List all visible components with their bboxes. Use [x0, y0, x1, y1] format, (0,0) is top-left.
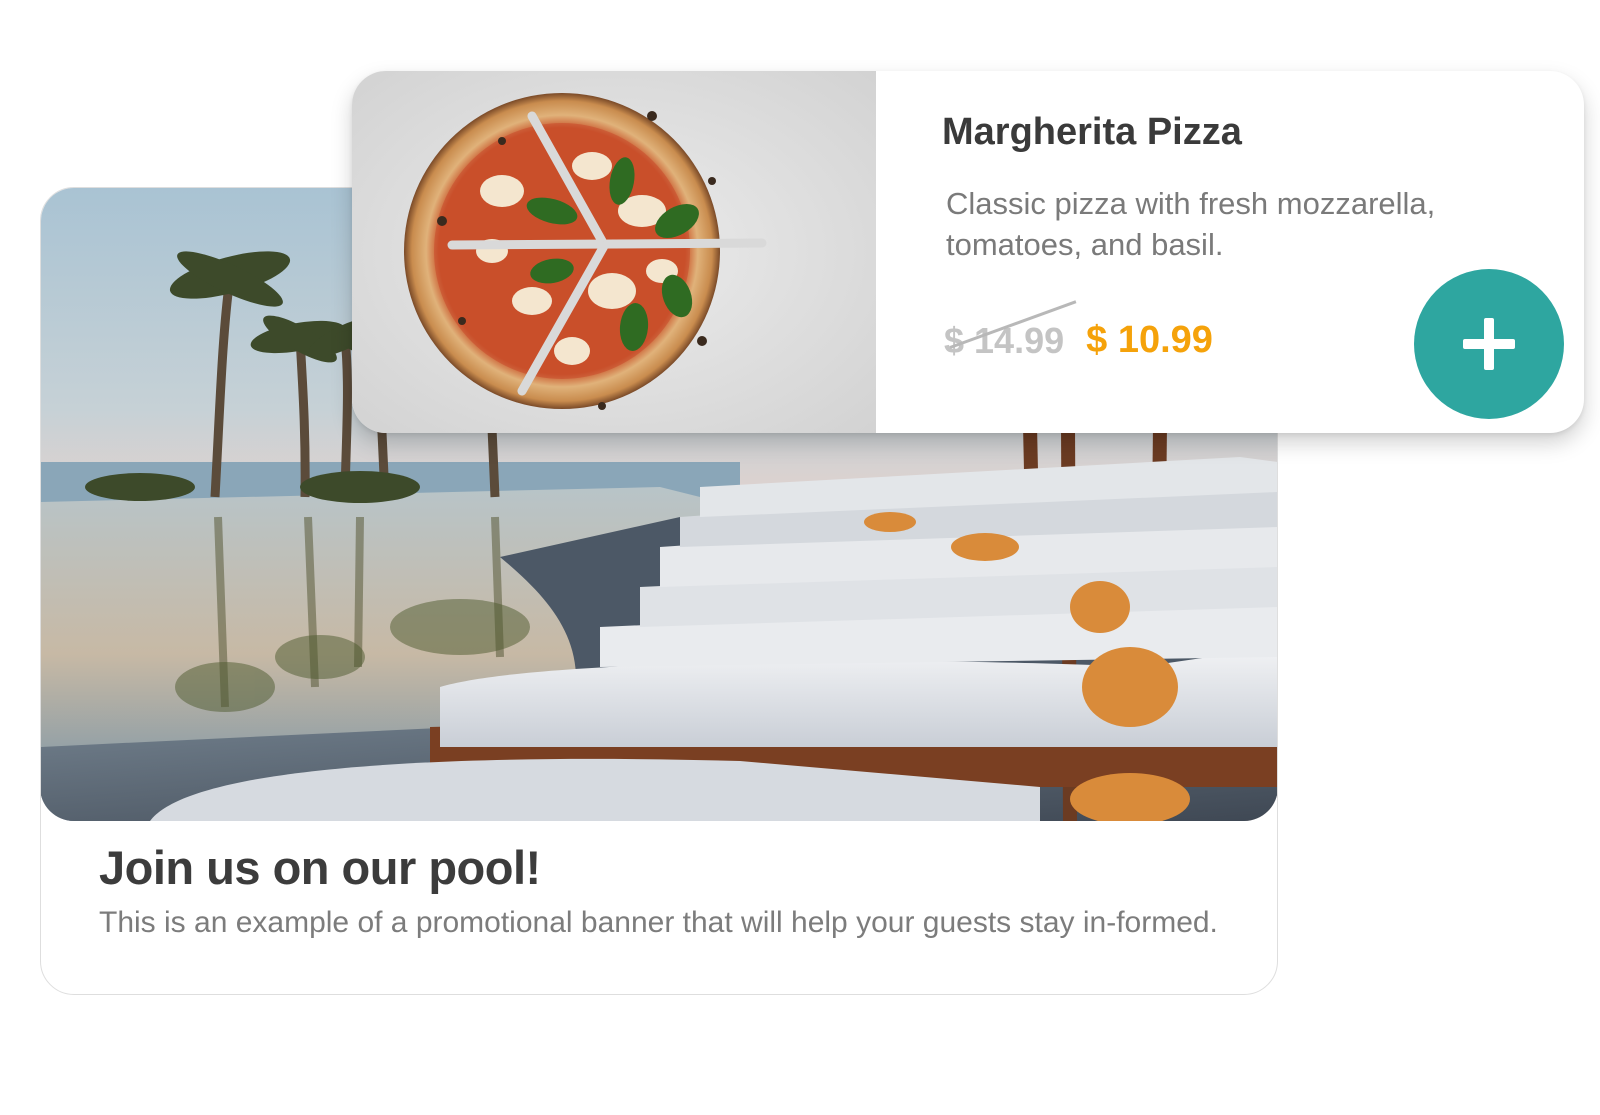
stage: Join us on our pool! This is an example …: [0, 0, 1600, 1115]
promo-description: This is an example of a promotional bann…: [99, 906, 1218, 939]
product-description: Classic pizza with fresh mozzarella, tom…: [946, 186, 1436, 262]
price-row: $ 14.99 $ 10.99: [944, 319, 1213, 362]
current-price: $ 10.99: [1086, 319, 1213, 361]
old-price: $ 14.99: [944, 319, 1065, 361]
product-card[interactable]: Margherita Pizza Classic pizza with fres…: [352, 71, 1584, 433]
pizza-image: [352, 71, 876, 433]
product-name: Margherita Pizza: [942, 111, 1242, 153]
add-to-cart-button[interactable]: [1414, 269, 1564, 419]
plus-icon: [1463, 318, 1515, 370]
promo-title: Join us on our pool!: [99, 841, 541, 894]
